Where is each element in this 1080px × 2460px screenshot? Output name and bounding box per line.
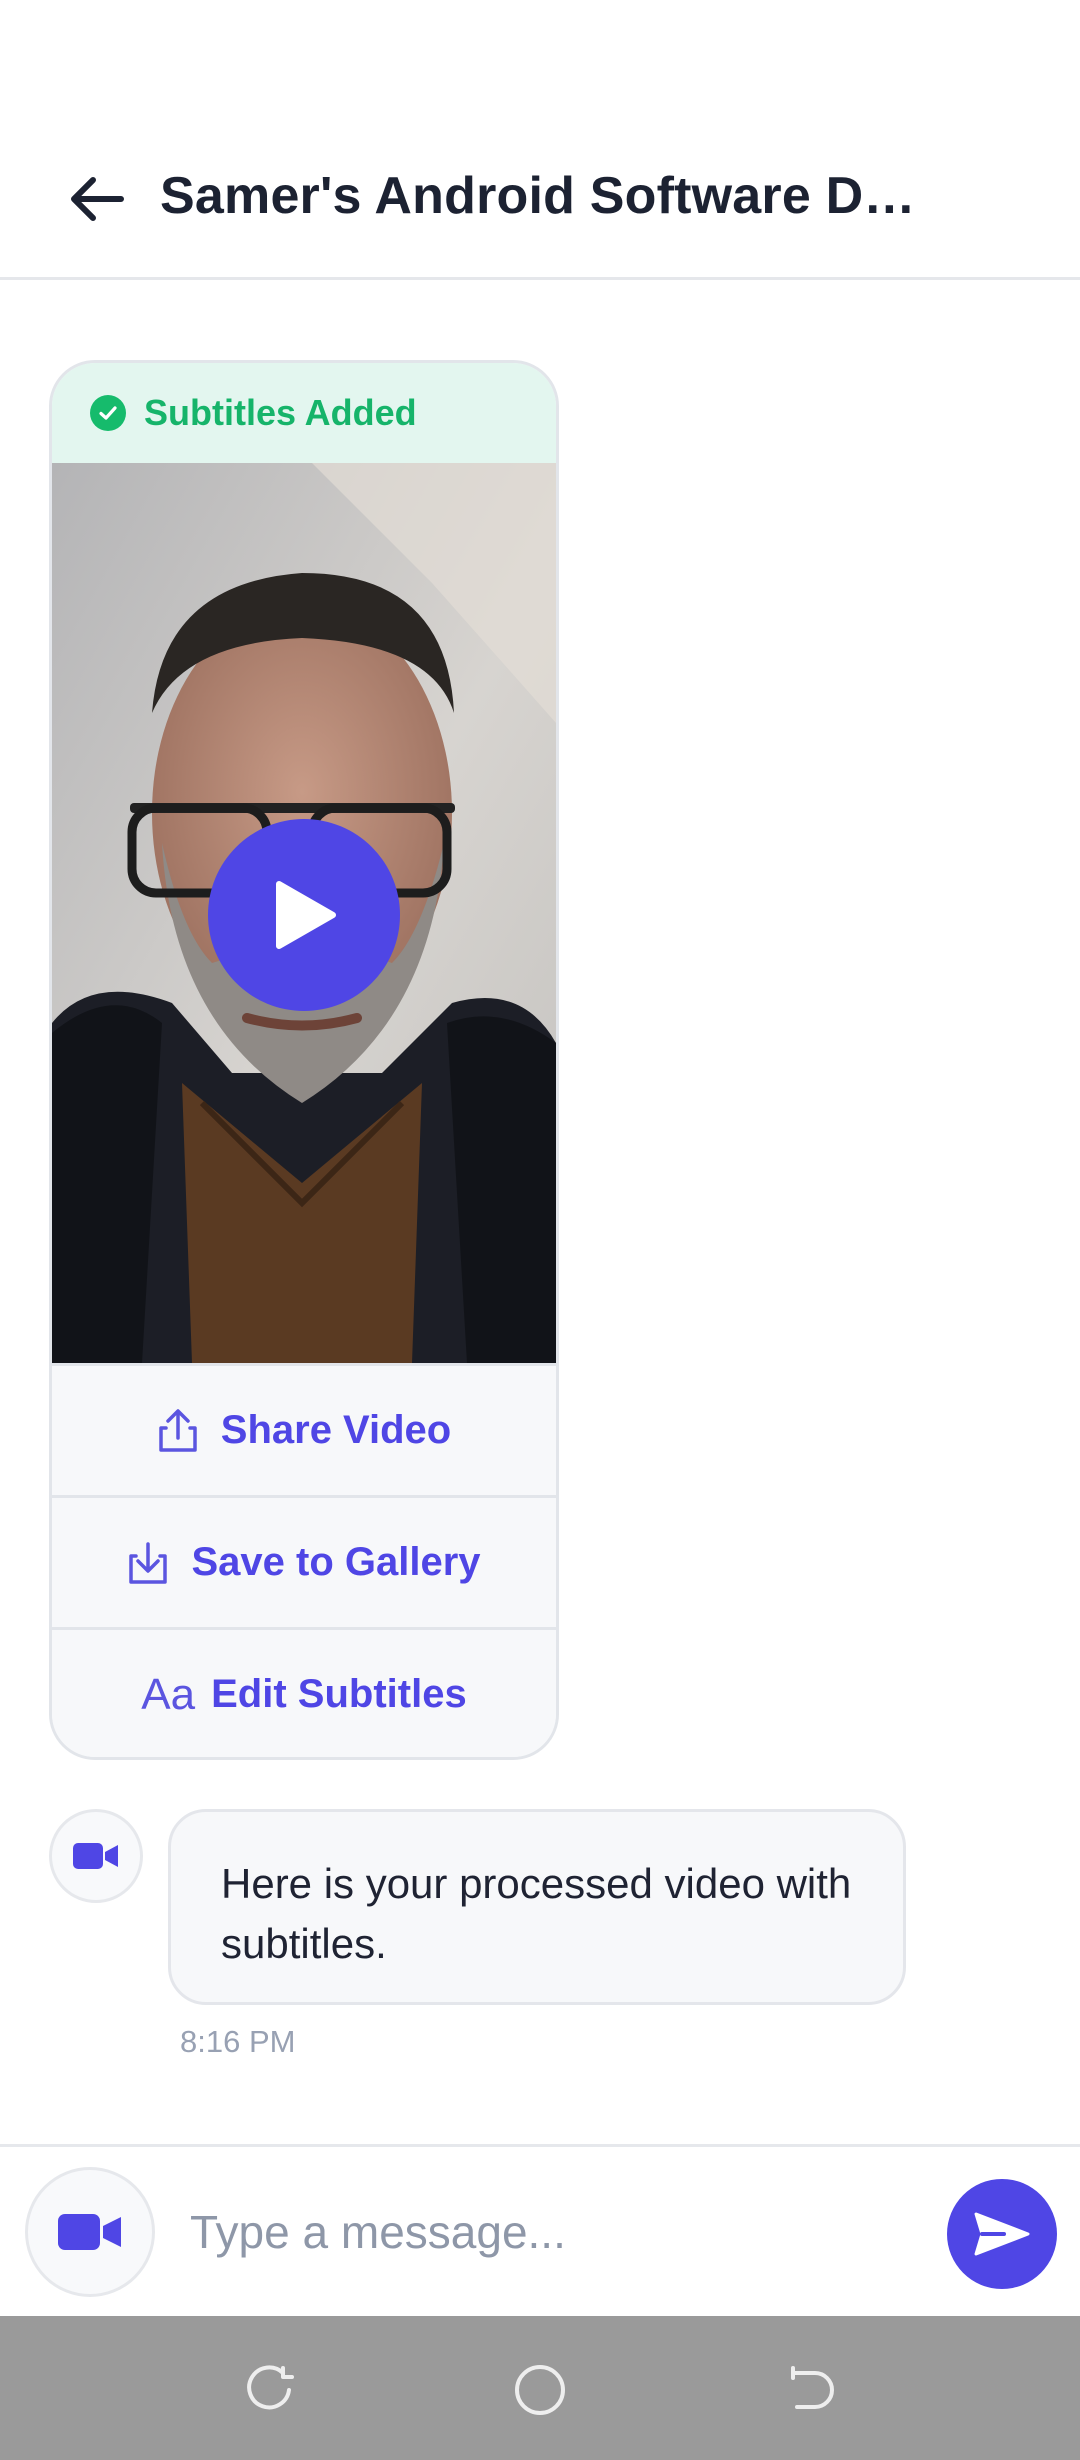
arrow-left-icon bbox=[71, 177, 124, 221]
download-icon bbox=[129, 1541, 168, 1584]
back-button[interactable] bbox=[52, 154, 142, 244]
share-video-label: Share Video bbox=[220, 1408, 452, 1452]
avatar bbox=[49, 1809, 143, 1903]
back-icon bbox=[791, 2366, 834, 2409]
message-bubble: Here is your processed video with subtit… bbox=[168, 1809, 906, 2005]
message-text: Here is your processed video with subtit… bbox=[221, 1860, 852, 1967]
record-video-button[interactable] bbox=[25, 2167, 155, 2297]
edit-subtitles-label: Edit Subtitles bbox=[211, 1672, 467, 1716]
send-icon bbox=[974, 2212, 1030, 2256]
system-nav-bar bbox=[0, 2316, 1080, 2460]
share-video-button[interactable]: Share Video bbox=[52, 1363, 556, 1495]
message-timestamp: 8:16 PM bbox=[180, 2024, 296, 2059]
video-camera-icon bbox=[73, 1843, 118, 1869]
status-label: Subtitles Added bbox=[144, 392, 417, 433]
send-button[interactable] bbox=[947, 2179, 1057, 2289]
edit-subtitles-button[interactable]: Aa Edit Subtitles bbox=[52, 1627, 556, 1757]
play-icon bbox=[276, 881, 336, 949]
home-button[interactable] bbox=[508, 2358, 572, 2422]
recents-icon bbox=[247, 2365, 294, 2410]
page-title: Samer's Android Software Dev... bbox=[160, 167, 940, 225]
status-bar bbox=[0, 0, 1080, 120]
subtitles-status-banner: Subtitles Added bbox=[52, 363, 556, 463]
message-input[interactable] bbox=[190, 2187, 910, 2277]
app-header: Samer's Android Software Dev... bbox=[0, 120, 1080, 280]
save-to-gallery-button[interactable]: Save to Gallery bbox=[52, 1495, 556, 1627]
recents-button[interactable] bbox=[238, 2358, 302, 2422]
video-card: Subtitles Added Share Video Save to Gall… bbox=[49, 360, 559, 1760]
share-icon bbox=[159, 1408, 197, 1452]
back-nav-button[interactable] bbox=[778, 2358, 842, 2422]
text-format-icon: Aa bbox=[141, 1669, 196, 1719]
video-camera-icon bbox=[58, 2214, 121, 2250]
play-button[interactable] bbox=[208, 819, 400, 1011]
check-circle-icon bbox=[90, 395, 126, 431]
video-thumbnail[interactable] bbox=[52, 463, 556, 1363]
message-composer bbox=[0, 2144, 1080, 2316]
save-to-gallery-label: Save to Gallery bbox=[191, 1540, 481, 1584]
home-icon bbox=[515, 2365, 565, 2415]
